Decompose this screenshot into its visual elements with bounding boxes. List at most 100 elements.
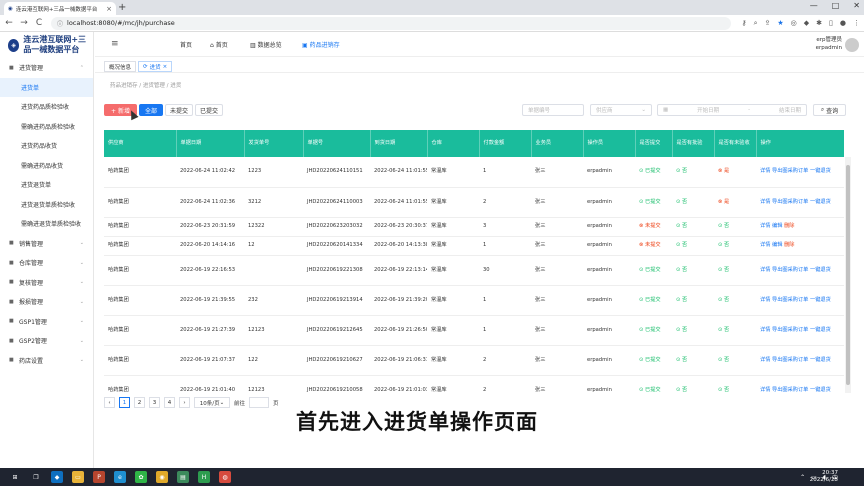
- op-link[interactable]: 编辑: [772, 223, 782, 229]
- sidebar-item-0[interactable]: ■ 进货管理 ⌃: [0, 58, 93, 78]
- tab-purchase[interactable]: ⟳ 进货 ×: [138, 61, 173, 72]
- op-link[interactable]: 一键退货: [810, 199, 831, 205]
- filter-all-button[interactable]: 全部: [139, 104, 163, 116]
- app-icon[interactable]: ◍: [219, 471, 231, 483]
- filter-submitted-button[interactable]: 已提交: [195, 104, 223, 116]
- sidebar-item-10[interactable]: ■ 仓库管理 ⌄: [0, 253, 93, 273]
- puzzle-icon[interactable]: ✱: [816, 19, 822, 28]
- sidebar-item-2[interactable]: 进货药品质检验收: [0, 97, 93, 117]
- goto-page-input[interactable]: [249, 397, 270, 408]
- address-bar[interactable]: ⓘ localhost:8080/#/mc/jh/purchase: [51, 16, 731, 30]
- filter-not-submitted-button[interactable]: 未提交: [165, 104, 193, 116]
- close-tab-icon[interactable]: ×: [106, 5, 112, 13]
- table-row[interactable]: 哈药集团 2022-06-19 21:07:37 122 JHD20220619210…: [104, 345, 844, 376]
- app-icon[interactable]: ▤: [177, 471, 189, 483]
- table-row[interactable]: 哈药集团 2022-06-19 22:16:53 JHD20220619221308…: [104, 255, 844, 286]
- doc-no-input[interactable]: 单据编号: [522, 104, 584, 116]
- op-link[interactable]: 导出图采购订单: [772, 199, 808, 205]
- extension-icon[interactable]: ◎: [791, 19, 797, 28]
- sidebar-item-9[interactable]: ■ 销售管理 ⌄: [0, 234, 93, 254]
- extension-icon[interactable]: ◆: [804, 19, 809, 28]
- vscode-icon[interactable]: ◆: [51, 471, 63, 483]
- page-1[interactable]: 1: [119, 397, 130, 408]
- op-link[interactable]: 一键退货: [810, 267, 831, 273]
- wechat-icon[interactable]: ✿: [135, 471, 147, 483]
- op-link[interactable]: 详情: [760, 267, 770, 273]
- prev-page-button[interactable]: ‹: [104, 397, 115, 408]
- hamburger-icon[interactable]: ≡: [111, 39, 119, 49]
- back-icon[interactable]: ←: [3, 18, 15, 28]
- menu-icon[interactable]: ⋮: [853, 19, 860, 28]
- user-info[interactable]: erp管理员 erpadmin: [816, 36, 842, 52]
- close-icon[interactable]: ×: [163, 64, 168, 70]
- op-link[interactable]: 一键退货: [810, 327, 831, 333]
- table-row[interactable]: 哈药集团 2022-06-19 21:01:40 12123 JHD202206192…: [104, 375, 844, 392]
- table-row[interactable]: 哈药集团 2022-06-24 11:02:36 3212 JHD2022062411…: [104, 187, 844, 218]
- date-range-input[interactable]: ▦ 开始日期 - 结束日期: [657, 104, 807, 116]
- op-link[interactable]: 删除: [784, 223, 794, 229]
- clock[interactable]: 20:37 2022/6/25: [810, 470, 838, 484]
- forward-icon[interactable]: →: [18, 18, 30, 28]
- nav-home-1[interactable]: 首页: [180, 40, 192, 49]
- sidepanel-icon[interactable]: ▯: [829, 19, 833, 28]
- sidebar-item-12[interactable]: ■ 报损管理 ⌄: [0, 292, 93, 312]
- nav-home-2[interactable]: ⌂ 首页: [210, 40, 228, 49]
- sidebar-item-8[interactable]: 需确进退货单质检验收: [0, 214, 93, 234]
- op-link[interactable]: 详情: [760, 387, 770, 393]
- page-4[interactable]: 4: [164, 397, 175, 408]
- chrome-icon[interactable]: ◉: [156, 471, 168, 483]
- page-3[interactable]: 3: [149, 397, 160, 408]
- page-size-select[interactable]: 10条/页 ⌄: [194, 397, 230, 408]
- scrollbar-thumb[interactable]: [846, 165, 850, 385]
- new-tab-icon[interactable]: +: [118, 2, 126, 13]
- sidebar-item-7[interactable]: 进货退货单质检验收: [0, 195, 93, 215]
- op-link[interactable]: 详情: [760, 199, 770, 205]
- supplier-select[interactable]: 供应商 ⌄: [590, 104, 652, 116]
- op-link[interactable]: 导出图采购订单: [772, 297, 808, 303]
- op-link[interactable]: 导出图采购订单: [772, 168, 808, 174]
- sidebar-item-1[interactable]: 进货单: [0, 77, 93, 97]
- op-link[interactable]: 编辑: [772, 242, 782, 248]
- tray-chevron-icon[interactable]: ⌃: [800, 474, 805, 481]
- sidebar-item-13[interactable]: ■ GSP1管理 ⌄: [0, 312, 93, 332]
- table-row[interactable]: 哈药集团 2022-06-19 21:39:55 232 JHD20220619213…: [104, 285, 844, 316]
- table-scrollbar[interactable]: [845, 157, 851, 393]
- op-link[interactable]: 详情: [760, 327, 770, 333]
- edge-icon[interactable]: e: [114, 471, 126, 483]
- browser-tab[interactable]: ◉ 连云港互联网+三品一械数据平台 ×: [4, 2, 116, 15]
- op-link[interactable]: 详情: [760, 223, 770, 229]
- op-link[interactable]: 一键退货: [810, 387, 831, 393]
- op-link[interactable]: 导出图采购订单: [772, 387, 808, 393]
- key-icon[interactable]: ⚷: [741, 19, 746, 28]
- search-icon[interactable]: ⌕: [754, 19, 758, 28]
- nav-drug-inventory[interactable]: ▣ 药品进销存: [302, 40, 340, 49]
- op-link[interactable]: 导出图采购订单: [772, 327, 808, 333]
- table-row[interactable]: 哈药集团 2022-06-20 14:14:16 12 JHD202206201413…: [104, 236, 844, 256]
- app-icon[interactable]: P: [93, 471, 105, 483]
- op-link[interactable]: 删除: [784, 242, 794, 248]
- sidebar-item-6[interactable]: 进货退货单: [0, 175, 93, 195]
- windows-start-icon[interactable]: ⊞: [9, 471, 21, 483]
- op-link[interactable]: 一键退货: [810, 168, 831, 174]
- nav-data-overview[interactable]: ▥ 数据总览: [250, 40, 282, 49]
- next-page-button[interactable]: ›: [179, 397, 190, 408]
- profile-icon[interactable]: ●: [840, 19, 846, 28]
- reload-icon[interactable]: C: [33, 18, 45, 28]
- op-link[interactable]: 导出图采购订单: [772, 267, 808, 273]
- op-link[interactable]: 详情: [760, 168, 770, 174]
- sidebar-item-5[interactable]: 需确进药品收货: [0, 156, 93, 176]
- table-row[interactable]: 哈药集团 2022-06-24 11:02:42 1223 JHD2022062411…: [104, 157, 844, 188]
- op-link[interactable]: 详情: [760, 242, 770, 248]
- share-icon[interactable]: ⇪: [765, 19, 771, 28]
- op-link[interactable]: 一键退货: [810, 297, 831, 303]
- op-link[interactable]: 导出图采购订单: [772, 357, 808, 363]
- avatar[interactable]: [845, 38, 859, 52]
- close-window-icon[interactable]: ✕: [853, 1, 860, 10]
- page-2[interactable]: 2: [134, 397, 145, 408]
- table-row[interactable]: 哈药集团 2022-06-23 20:31:59 12322 JHD202206232…: [104, 217, 844, 237]
- table-row[interactable]: 哈药集团 2022-06-19 21:27:39 12123 JHD202206192…: [104, 315, 844, 346]
- tab-overview[interactable]: 概况信息: [104, 61, 137, 72]
- op-link[interactable]: 一键退货: [810, 357, 831, 363]
- sidebar-item-11[interactable]: ■ 复核管理 ⌄: [0, 273, 93, 293]
- maximize-icon[interactable]: □: [832, 1, 840, 10]
